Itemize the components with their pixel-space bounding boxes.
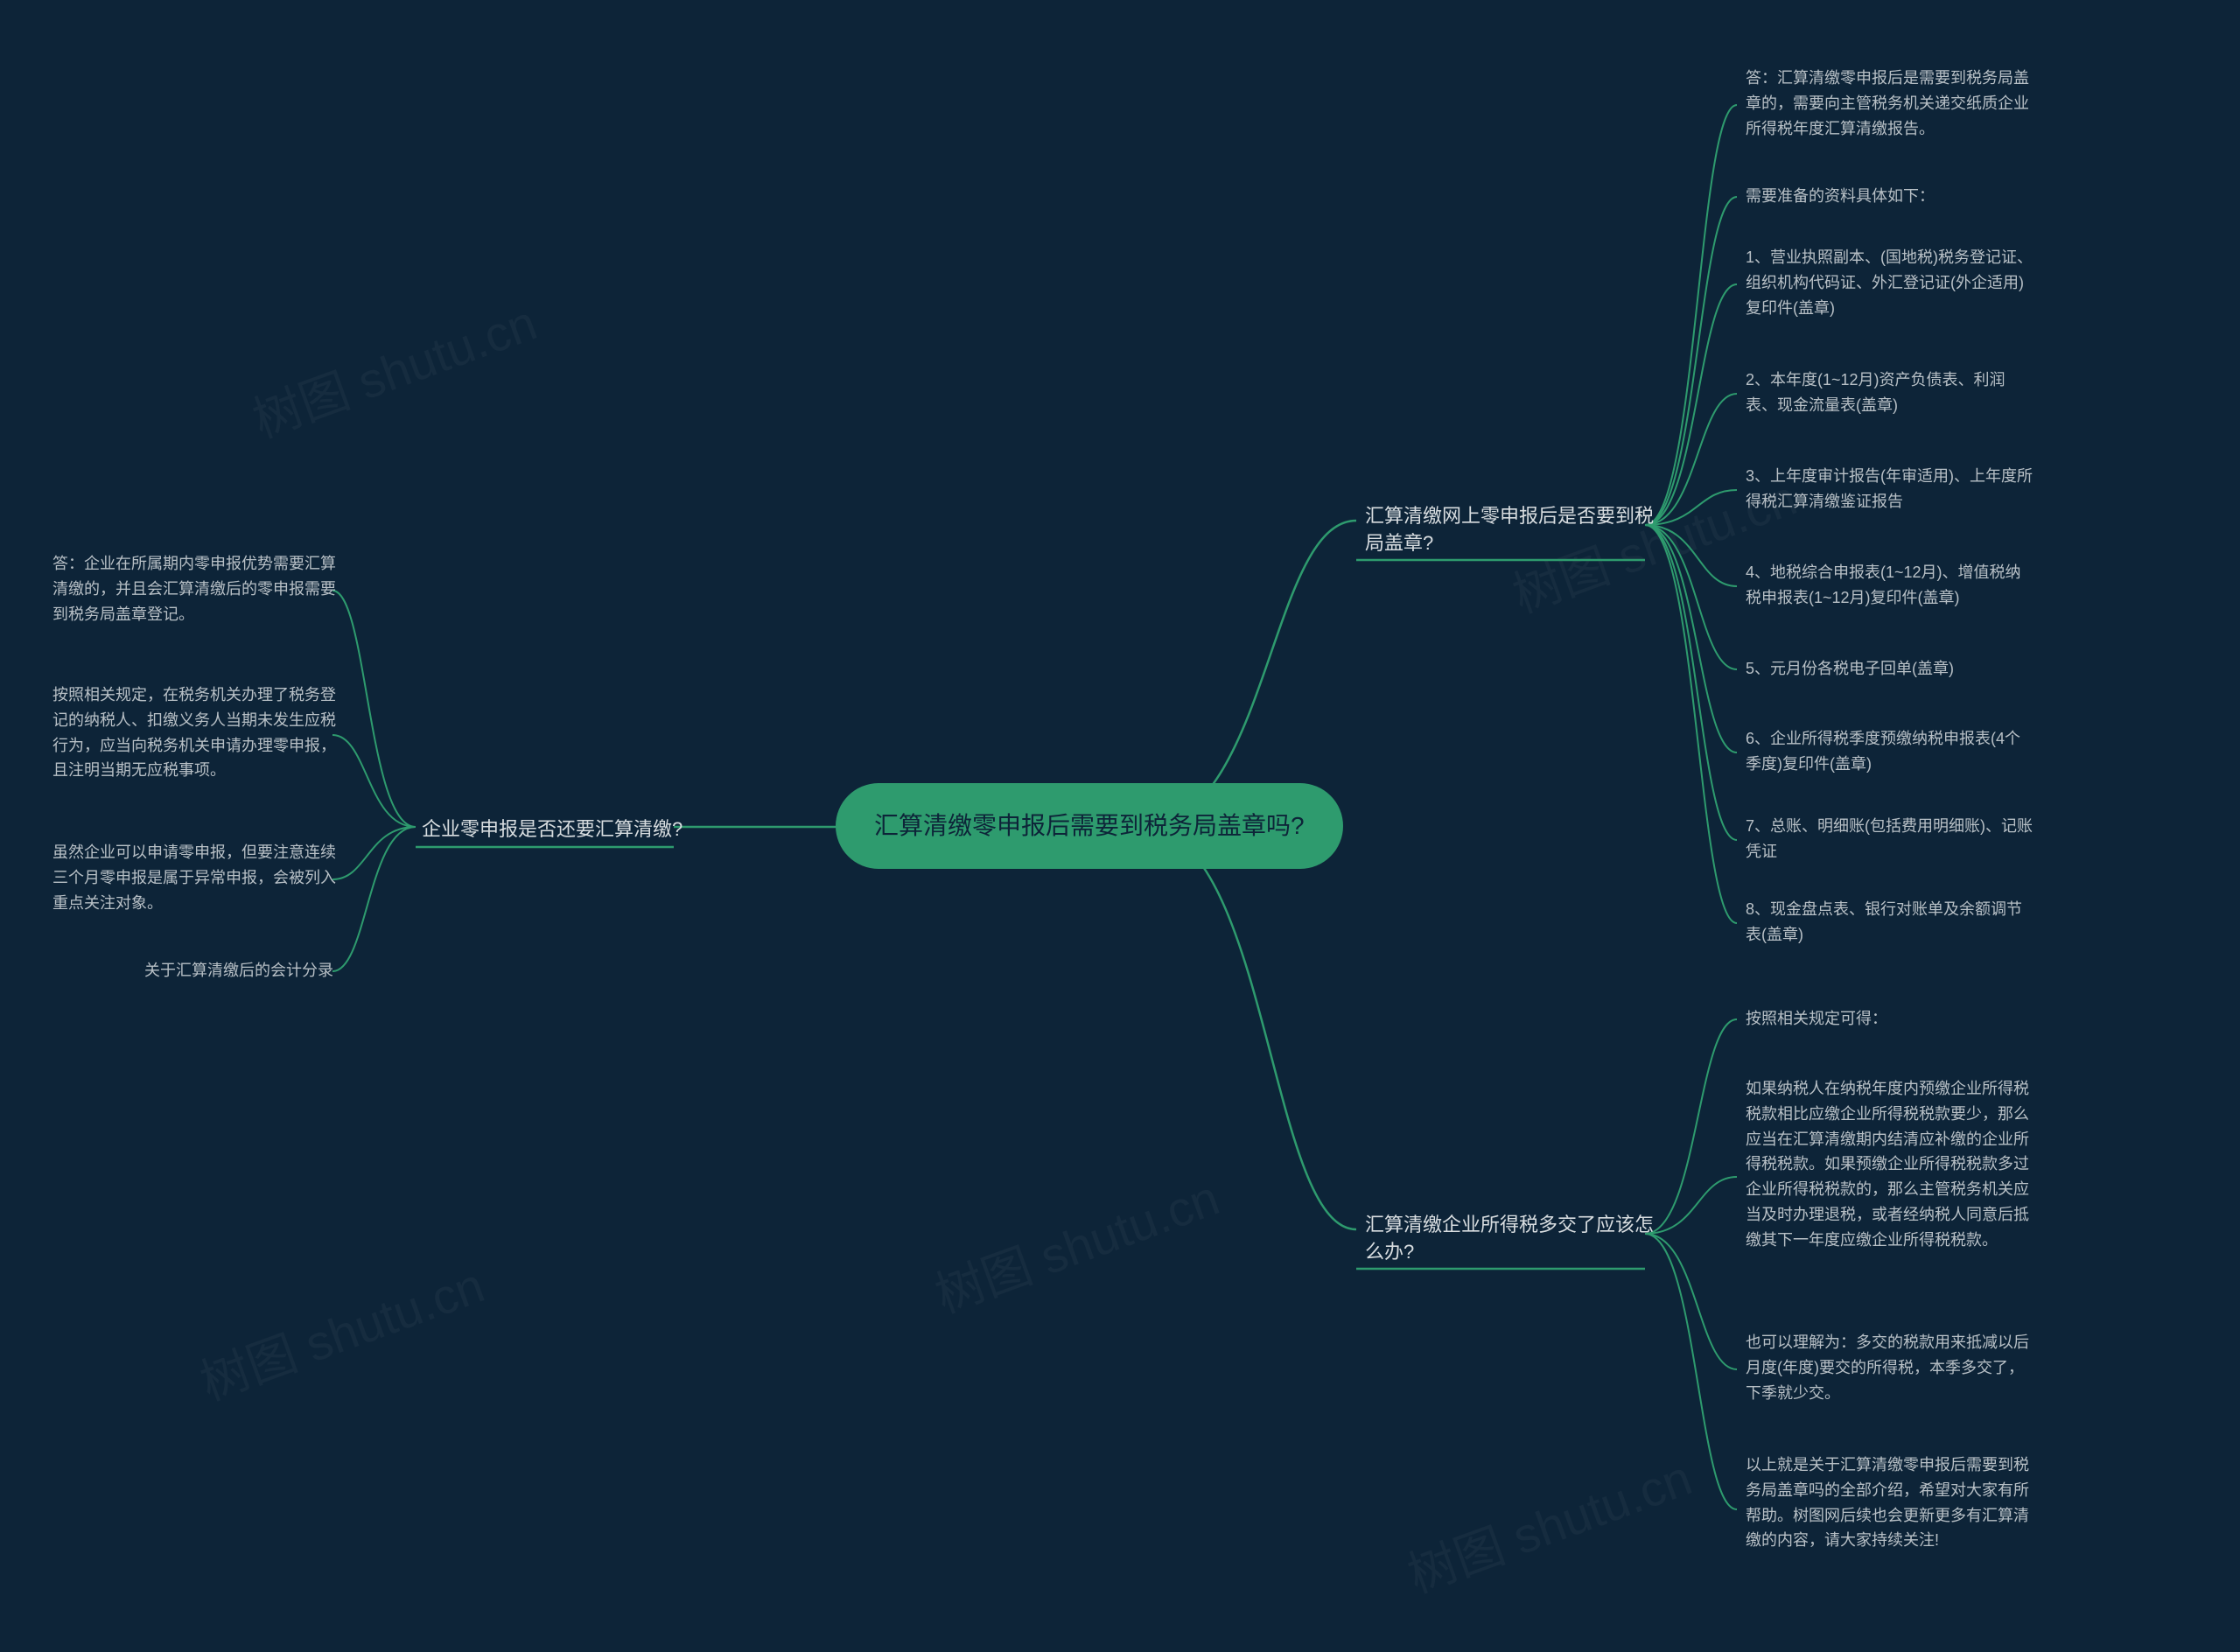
leaf-r1-4[interactable]: 3、上年度审计报告(年审适用)、上年度所得税汇算清缴鉴证报告 [1746, 464, 2034, 514]
leaf-r1-7[interactable]: 6、企业所得税季度预缴纳税申报表(4个季度)复印件(盖章) [1746, 726, 2034, 777]
leaf-l1-0[interactable]: 答：企业在所属期内零申报优势需要汇算清缴的，并且会汇算清缴后的零申报需要到税务局… [52, 551, 341, 626]
leaf-r1-5[interactable]: 4、地税综合申报表(1~12月)、增值税纳税申报表(1~12月)复印件(盖章) [1746, 560, 2034, 611]
branch-right-1[interactable]: 汇算清缴网上零申报后是否要到税局盖章? [1365, 503, 1654, 557]
leaf-r1-2[interactable]: 1、营业执照副本、(国地税)税务登记证、组织机构代码证、外汇登记证(外企适用)复… [1746, 245, 2034, 320]
leaf-r2-2[interactable]: 也可以理解为：多交的税款用来抵减以后月度(年度)要交的所得税，本季多交了，下季就… [1746, 1330, 2034, 1405]
leaf-r1-8[interactable]: 7、总账、明细账(包括费用明细账)、记账凭证 [1746, 814, 2034, 864]
watermark: 树图 shutu.cn [189, 1246, 493, 1414]
leaf-r1-0[interactable]: 答：汇算清缴零申报后是需要到税务局盖章的，需要向主管税务机关递交纸质企业所得税年… [1746, 66, 2034, 141]
leaf-r2-0[interactable]: 按照相关规定可得： [1746, 1006, 1887, 1032]
leaf-r2-1[interactable]: 如果纳税人在纳税年度内预缴企业所得税税款相比应缴企业所得税税款要少，那么应当在汇… [1746, 1076, 2034, 1253]
mindmap-center-node[interactable]: 汇算清缴零申报后需要到税务局盖章吗? [836, 783, 1343, 869]
leaf-r1-6[interactable]: 5、元月份各税电子回单(盖章) [1746, 656, 1954, 682]
leaf-l1-1[interactable]: 按照相关规定，在税务机关办理了税务登记的纳税人、扣缴义务人当期未发生应税行为，应… [52, 682, 341, 783]
leaf-l1-2[interactable]: 虽然企业可以申请零申报，但要注意连续三个月零申报是属于异常申报，会被列入重点关注… [52, 840, 341, 915]
watermark: 树图 shutu.cn [924, 1158, 1228, 1326]
leaf-r1-1[interactable]: 需要准备的资料具体如下： [1746, 184, 1935, 209]
watermark: 树图 shutu.cn [1396, 1438, 1700, 1606]
watermark: 树图 shutu.cn [242, 284, 545, 452]
leaf-r2-3[interactable]: 以上就是关于汇算清缴零申报后需要到税务局盖章吗的全部介绍，希望对大家有所帮助。树… [1746, 1452, 2034, 1553]
branch-left-1[interactable]: 企业零申报是否还要汇算清缴? [422, 816, 682, 844]
center-node-text: 汇算清缴零申报后需要到税务局盖章吗? [874, 812, 1305, 839]
leaf-r1-3[interactable]: 2、本年度(1~12月)资产负债表、利润表、现金流量表(盖章) [1746, 368, 2034, 418]
branch-right-2[interactable]: 汇算清缴企业所得税多交了应该怎么办? [1365, 1212, 1654, 1266]
leaf-l1-3[interactable]: 关于汇算清缴后的会计分录 [144, 958, 333, 984]
leaf-r1-9[interactable]: 8、现金盘点表、银行对账单及余额调节表(盖章) [1746, 897, 2034, 948]
